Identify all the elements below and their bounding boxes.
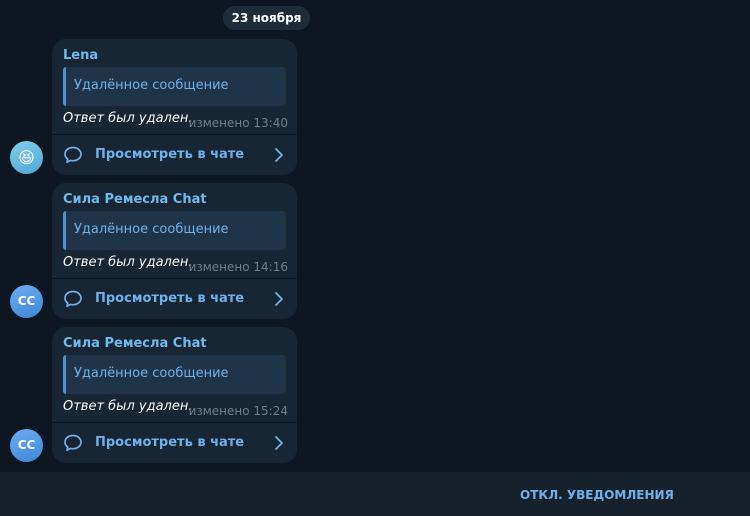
message-item: Lena Удалённое сообщение Ответ был удале… <box>0 39 750 175</box>
edited-timestamp: изменено 15:24 <box>188 404 288 418</box>
view-in-chat-label: Просмотреть в чате <box>95 435 245 450</box>
chevron-right-icon <box>275 148 283 162</box>
comment-bubble-icon <box>64 146 82 164</box>
reply-quote[interactable]: Удалённое сообщение <box>63 211 286 250</box>
quote-bar <box>63 67 66 106</box>
view-in-chat-button[interactable]: Просмотреть в чате <box>52 423 297 463</box>
mute-notifications-button[interactable]: ОТКЛ. УВЕДОМЛЕНИЯ <box>520 488 674 502</box>
message-text: Ответ был удален. <box>63 255 193 270</box>
sender-name[interactable]: Сила Ремесла Chat <box>63 336 207 351</box>
message-bubble: Сила Ремесла Chat Удалённое сообщение От… <box>52 183 297 319</box>
message-bubble: Lena Удалённое сообщение Ответ был удале… <box>52 39 297 175</box>
avatar[interactable]: СС <box>10 285 43 318</box>
sender-name[interactable]: Сила Ремесла Chat <box>63 192 207 207</box>
view-in-chat-button[interactable]: Просмотреть в чате <box>52 279 297 319</box>
edited-timestamp: изменено 14:16 <box>188 260 288 274</box>
avatar-emoji: 😆 <box>18 148 35 167</box>
message-item: Сила Ремесла Chat Удалённое сообщение От… <box>0 327 750 463</box>
chevron-right-icon <box>275 436 283 450</box>
message-bubble: Сила Ремесла Chat Удалённое сообщение От… <box>52 327 297 463</box>
view-in-chat-label: Просмотреть в чате <box>95 291 245 306</box>
comment-bubble-icon <box>64 290 82 308</box>
bottom-bar: ОТКЛ. УВЕДОМЛЕНИЯ <box>0 472 750 516</box>
quote-text: Удалённое сообщение <box>74 78 229 93</box>
edited-timestamp: изменено 13:40 <box>188 116 288 130</box>
reply-quote[interactable]: Удалённое сообщение <box>63 67 286 106</box>
message-text: Ответ был удален. <box>63 111 193 126</box>
avatar[interactable]: 😆 <box>10 141 43 174</box>
quote-bar <box>63 211 66 250</box>
quote-text: Удалённое сообщение <box>74 366 229 381</box>
reply-quote[interactable]: Удалённое сообщение <box>63 355 286 394</box>
date-separator: 23 ноября <box>223 6 310 30</box>
view-in-chat-label: Просмотреть в чате <box>95 147 245 162</box>
chevron-right-icon <box>275 292 283 306</box>
sender-name[interactable]: Lena <box>63 48 98 63</box>
avatar[interactable]: СС <box>10 429 43 462</box>
quote-text: Удалённое сообщение <box>74 222 229 237</box>
view-in-chat-button[interactable]: Просмотреть в чате <box>52 135 297 175</box>
message-item: Сила Ремесла Chat Удалённое сообщение От… <box>0 183 750 319</box>
avatar-initials: СС <box>17 438 36 452</box>
chat-area[interactable]: 23 ноября Lena Удалённое сообщение Ответ… <box>0 0 750 472</box>
comment-bubble-icon <box>64 434 82 452</box>
quote-bar <box>63 355 66 394</box>
message-text: Ответ был удален. <box>63 399 193 414</box>
avatar-initials: СС <box>17 294 36 308</box>
